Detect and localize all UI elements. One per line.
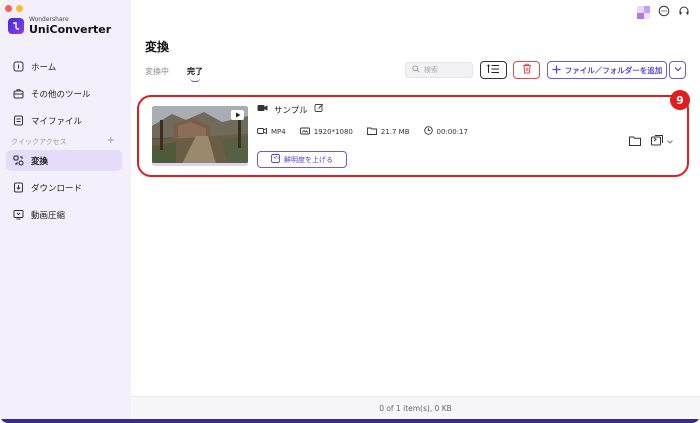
home-icon [13,61,24,72]
quick-access-header: クイックアクセス + [11,136,115,147]
add-files-dropdown[interactable] [669,61,686,79]
sidebar-item-home[interactable]: ホーム [6,56,122,77]
sidebar-item-my-files[interactable]: マイファイル [6,110,122,131]
brand-product: UniConverter [29,23,112,36]
window-controls [5,5,23,12]
search-input[interactable] [424,66,468,74]
sidebar-item-download[interactable]: ダウンロード [6,177,122,198]
convert-icon [13,155,24,166]
trash-icon [522,63,532,77]
sidebar-item-label: ホーム [31,62,57,73]
uniconverter-logo-icon [8,18,24,34]
delete-button[interactable] [513,61,540,79]
message-icon[interactable] [658,5,670,20]
search-box[interactable] [405,62,473,78]
sidebar-nav-quick: 変換 ダウンロード 動画圧縮 [6,150,122,231]
tab-bar: 変換中 完了 [145,66,203,82]
avatar[interactable] [637,6,650,19]
tab-converting[interactable]: 変換中 [145,66,169,77]
quick-access-label: クイックアクセス [11,138,67,146]
close-window-button[interactable] [5,5,12,12]
plus-icon [552,65,561,76]
page-title: 変換 [145,40,170,54]
sort-button[interactable] [480,61,507,79]
sidebar-item-convert[interactable]: 変換 [6,150,122,171]
sidebar-item-label: 変換 [31,156,49,167]
sidebar: Wondershare UniConverter ホーム その他のツール マイフ… [0,0,131,423]
annotation-highlight [137,95,689,177]
minimize-window-button[interactable] [16,5,23,12]
sidebar-item-label: マイファイル [31,116,83,127]
file-icon [13,115,24,126]
status-bar: 0 of 1 item(s), 0 KB [131,396,700,419]
tab-completed[interactable]: 完了 [187,66,203,82]
annotation-badge: 9 [670,90,690,110]
sidebar-item-other-tools[interactable]: その他のツール [6,83,122,104]
brand: Wondershare UniConverter [8,17,111,35]
add-files-button[interactable]: ファイル／フォルダーを追加 [547,61,667,79]
add-files-label: ファイル／フォルダーを追加 [564,65,663,75]
sidebar-item-compress[interactable]: 動画圧縮 [6,204,122,225]
search-icon [412,65,420,75]
status-text: 0 of 1 item(s), 0 KB [379,403,452,413]
sidebar-item-label: その他のツール [31,89,91,100]
download-icon [13,182,24,193]
quick-access-add-button[interactable]: + [107,136,115,147]
headset-icon[interactable] [678,5,690,20]
sidebar-item-label: 動画圧縮 [31,210,66,221]
top-right-toolbar [637,5,690,20]
sidebar-nav-top: ホーム その他のツール マイファイル [6,56,122,137]
sidebar-item-label: ダウンロード [31,183,83,194]
desktop-strip [0,419,700,423]
chevron-down-icon [674,65,682,75]
toolbox-icon [13,88,24,99]
sort-list-icon [487,63,500,77]
app-window: Wondershare UniConverter ホーム その他のツール マイフ… [0,0,700,423]
compress-icon [13,209,24,220]
